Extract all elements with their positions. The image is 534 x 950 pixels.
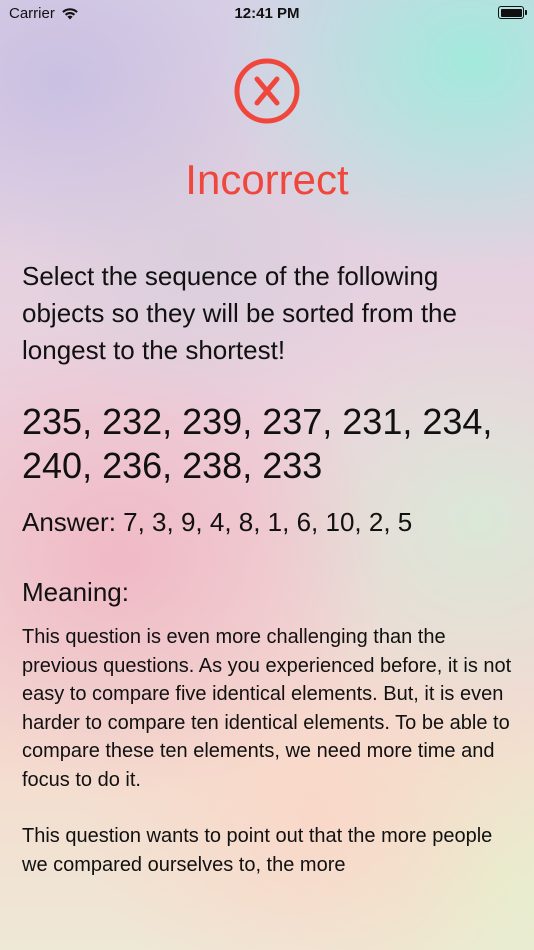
battery-indicator [498, 6, 527, 19]
meaning-paragraph: This question wants to point out that th… [22, 825, 493, 876]
battery-fill [500, 8, 522, 17]
status-time: 12:41 PM [234, 5, 300, 22]
meaning-paragraph: This question is even more challenging t… [22, 626, 512, 791]
battery-icon [498, 6, 527, 19]
status-bar: Carrier 12:41 PM [0, 0, 534, 28]
answer-text: Answer: 7, 3, 9, 4, 8, 1, 6, 10, 2, 5 [22, 507, 413, 537]
question-text: Select the sequence of the following obj… [22, 261, 457, 365]
number-sequence: 235, 232, 239, 237, 231, 234, 240, 236, … [22, 401, 493, 486]
result-title: Incorrect [185, 156, 349, 203]
meaning-body: This question is even more challenging t… [22, 623, 514, 907]
x-circle-icon [234, 58, 300, 124]
meaning-title: Meaning: [22, 577, 129, 607]
